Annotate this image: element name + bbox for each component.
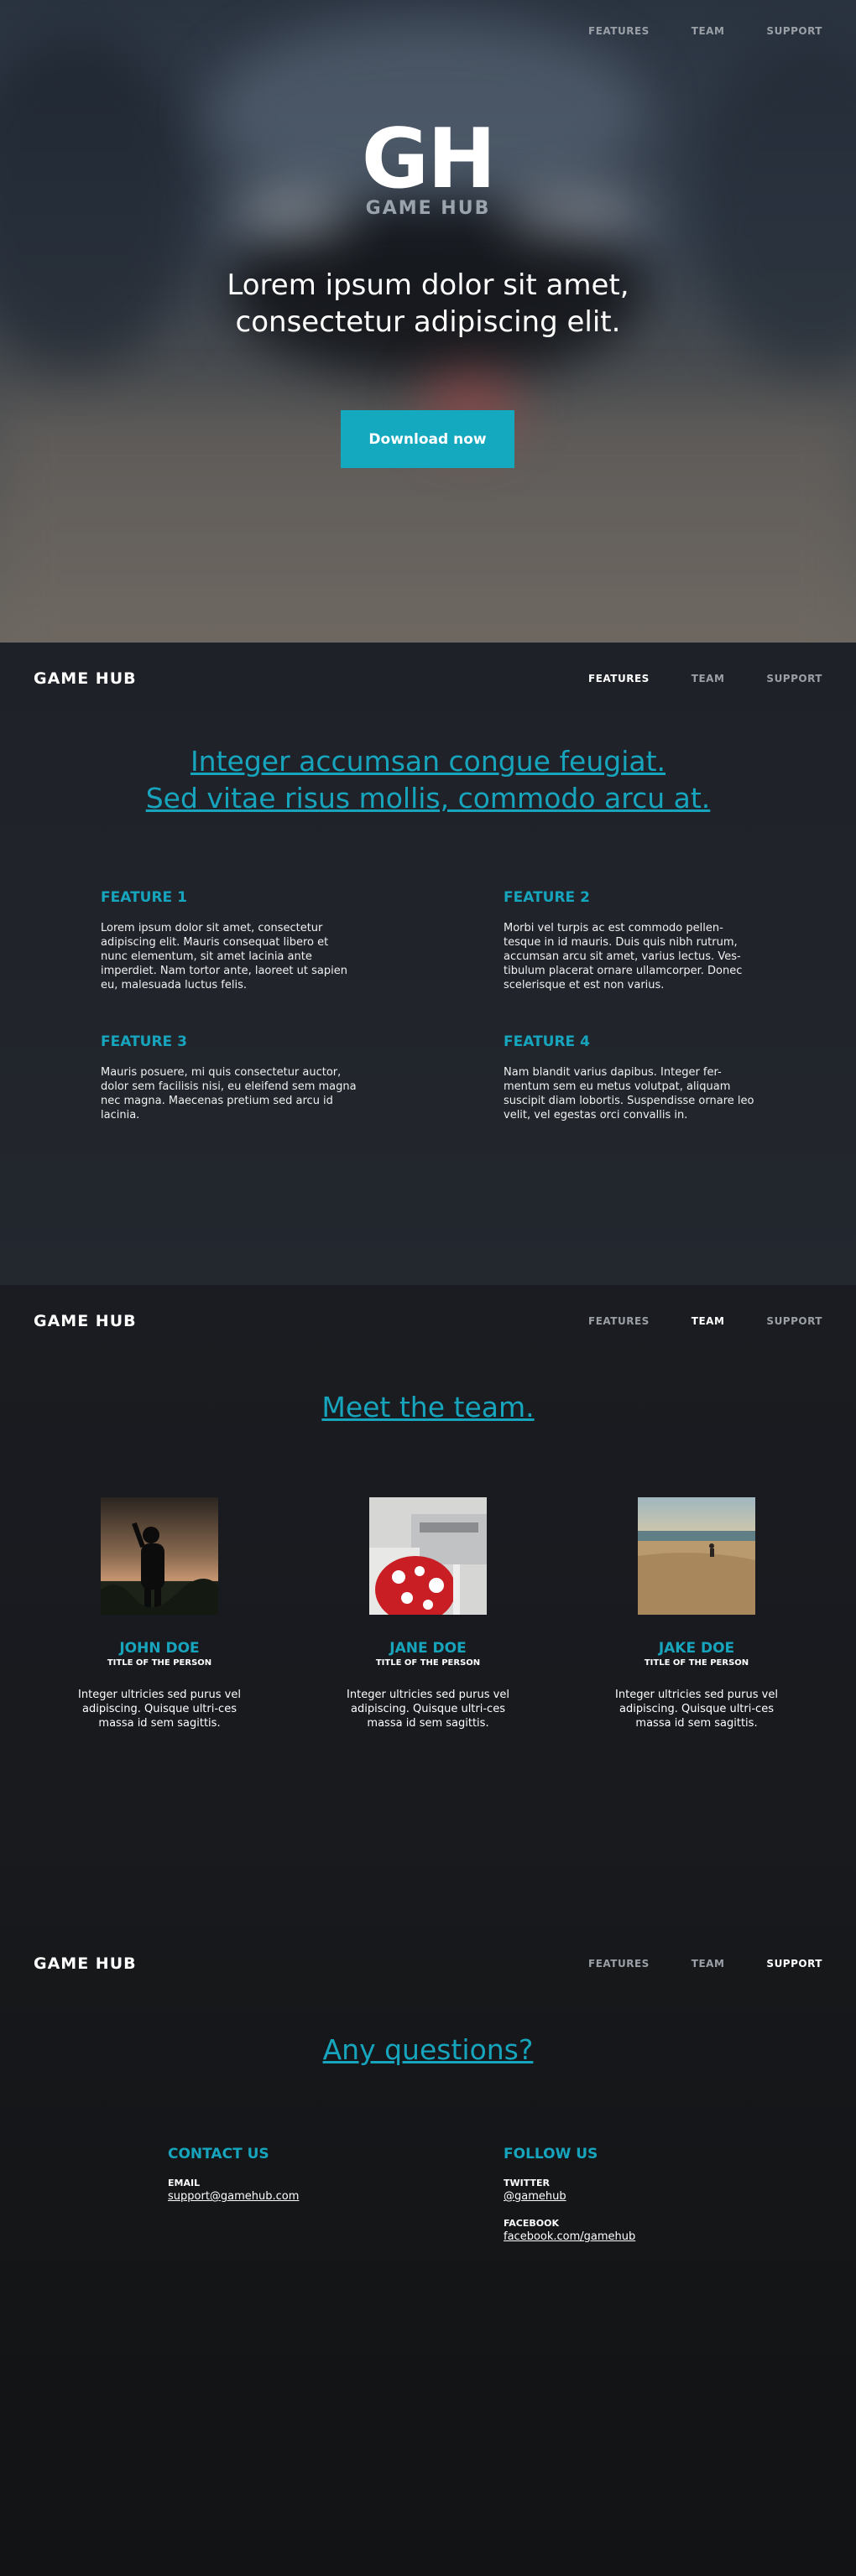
nav-support-link[interactable]: SUPPORT [766,1958,822,1970]
nav-support-link[interactable]: SUPPORT [766,25,822,37]
feature-item: FEATURE 3 Mauris posuere, mi quis consec… [101,1033,369,1122]
feature-text: Lorem ipsum dolor sit amet, consectetur … [101,922,347,991]
contact-us-column: CONTACT US EMAIL support@gamehub.com [168,2146,420,2218]
twitter-label: TWITTER [504,2178,550,2188]
feature-title: FEATURE 4 [504,1033,590,1050]
hero-logo: GH GAME HUB [0,117,856,219]
hero-section: FEATURES TEAM SUPPORT GH GAME HUB Lorem … [0,0,856,643]
feature-item: FEATURE 2 Morbi vel turpis ac est commod… [504,889,772,992]
hero-nav: FEATURES TEAM SUPPORT [588,25,822,37]
member-photo [369,1497,487,1615]
team-member: JAKE DOE TITLE OF THE PERSON Integer ult… [587,1497,806,1730]
hero-title-line2: consectetur adipiscing elit. [235,305,621,339]
member-bio: Integer ultricies sed purus vel adipisci… [78,1689,241,1730]
hero-title-line1: Lorem ipsum dolor sit amet, [227,268,629,302]
hero-title: Lorem ipsum dolor sit amet, consectetur … [0,267,856,341]
member-photo [638,1497,755,1615]
facebook-group: FACEBOOK facebook.com/gamehub [504,2218,755,2243]
nav-features-link[interactable]: FEATURES [588,1315,650,1327]
team-member: JANE DOE TITLE OF THE PERSON Integer ult… [319,1497,537,1730]
nav-team-link[interactable]: TEAM [692,25,725,37]
follow-us-column: FOLLOW US TWITTER @gamehub FACEBOOK face… [504,2146,755,2258]
feature-text: Morbi vel turpis ac est commodo pellen-t… [504,922,743,991]
brand-logo[interactable]: GAME HUB [34,1312,137,1330]
features-section: GAME HUB FEATURES TEAM SUPPORT Integer a… [0,643,856,1285]
nav-support-link[interactable]: SUPPORT [766,673,822,684]
member-name: JAKE DOE [658,1640,735,1657]
contact-us-title: CONTACT US [168,2146,269,2162]
nav-features-link[interactable]: FEATURES [588,1958,650,1970]
brand-logo[interactable]: GAME HUB [34,669,137,688]
member-photo [101,1497,218,1615]
contact-section: GAME HUB FEATURES TEAM SUPPORT Any quest… [0,1928,856,2576]
nav-support-link[interactable]: SUPPORT [766,1315,822,1327]
email-label: EMAIL [168,2178,201,2188]
features-nav: FEATURES TEAM SUPPORT [588,673,822,684]
twitter-link[interactable]: @gamehub [504,2190,755,2203]
brand-logo[interactable]: GAME HUB [34,1954,137,1973]
logo-mark: GH [361,112,496,207]
team-member: JOHN DOE TITLE OF THE PERSON Integer ult… [50,1497,269,1730]
features-headline-line2: Sed vitae risus mollis, commodo arcu at. [145,782,711,814]
team-header-bar: GAME HUB FEATURES TEAM SUPPORT [0,1305,856,1339]
download-button[interactable]: Download now [341,410,514,468]
member-bio: Integer ultricies sed purus vel adipisci… [347,1689,509,1730]
member-role: TITLE OF THE PERSON [107,1658,212,1668]
member-photo-beach [638,1497,755,1615]
feature-item: FEATURE 1 Lorem ipsum dolor sit amet, co… [101,889,369,992]
contact-nav: FEATURES TEAM SUPPORT [588,1958,822,1970]
member-name: JANE DOE [389,1640,467,1657]
twitter-group: TWITTER @gamehub [504,2178,755,2203]
team-nav: FEATURES TEAM SUPPORT [588,1315,822,1327]
team-headline: Meet the team. [321,1391,535,1423]
logo-text: GAME HUB [365,198,491,219]
follow-us-title: FOLLOW US [504,2146,598,2162]
member-photo-silhouette [101,1497,218,1615]
email-link[interactable]: support@gamehub.com [168,2190,420,2203]
nav-features-link[interactable]: FEATURES [588,673,650,684]
feature-title: FEATURE 3 [101,1033,187,1050]
email-group: EMAIL support@gamehub.com [168,2178,420,2203]
contact-headline: Any questions? [322,2033,534,2066]
contact-header-bar: GAME HUB FEATURES TEAM SUPPORT [0,1948,856,1981]
member-role: TITLE OF THE PERSON [375,1658,481,1668]
facebook-label: FACEBOOK [504,2218,559,2229]
member-name: JOHN DOE [119,1640,200,1657]
features-headline: Integer accumsan congue feugiat. Sed vit… [0,743,856,817]
facebook-link[interactable]: facebook.com/gamehub [504,2230,755,2243]
features-header-bar: GAME HUB FEATURES TEAM SUPPORT [0,663,856,696]
features-headline-line1: Integer accumsan congue feugiat. [190,745,666,778]
feature-title: FEATURE 1 [101,889,187,906]
member-bio: Integer ultricies sed purus vel adipisci… [615,1689,778,1730]
nav-team-link[interactable]: TEAM [692,673,725,684]
feature-item: FEATURE 4 Nam blandit varius dapibus. In… [504,1033,772,1122]
nav-team-link[interactable]: TEAM [692,1315,725,1327]
member-photo-toy [369,1497,487,1615]
nav-features-link[interactable]: FEATURES [588,25,650,37]
feature-title: FEATURE 2 [504,889,590,906]
nav-team-link[interactable]: TEAM [692,1958,725,1970]
member-role: TITLE OF THE PERSON [644,1658,749,1668]
feature-text: Mauris posuere, mi quis consectetur auct… [101,1066,357,1121]
team-section: GAME HUB FEATURES TEAM SUPPORT Meet the … [0,1285,856,1928]
feature-text: Nam blandit varius dapibus. Integer fer-… [504,1066,754,1121]
